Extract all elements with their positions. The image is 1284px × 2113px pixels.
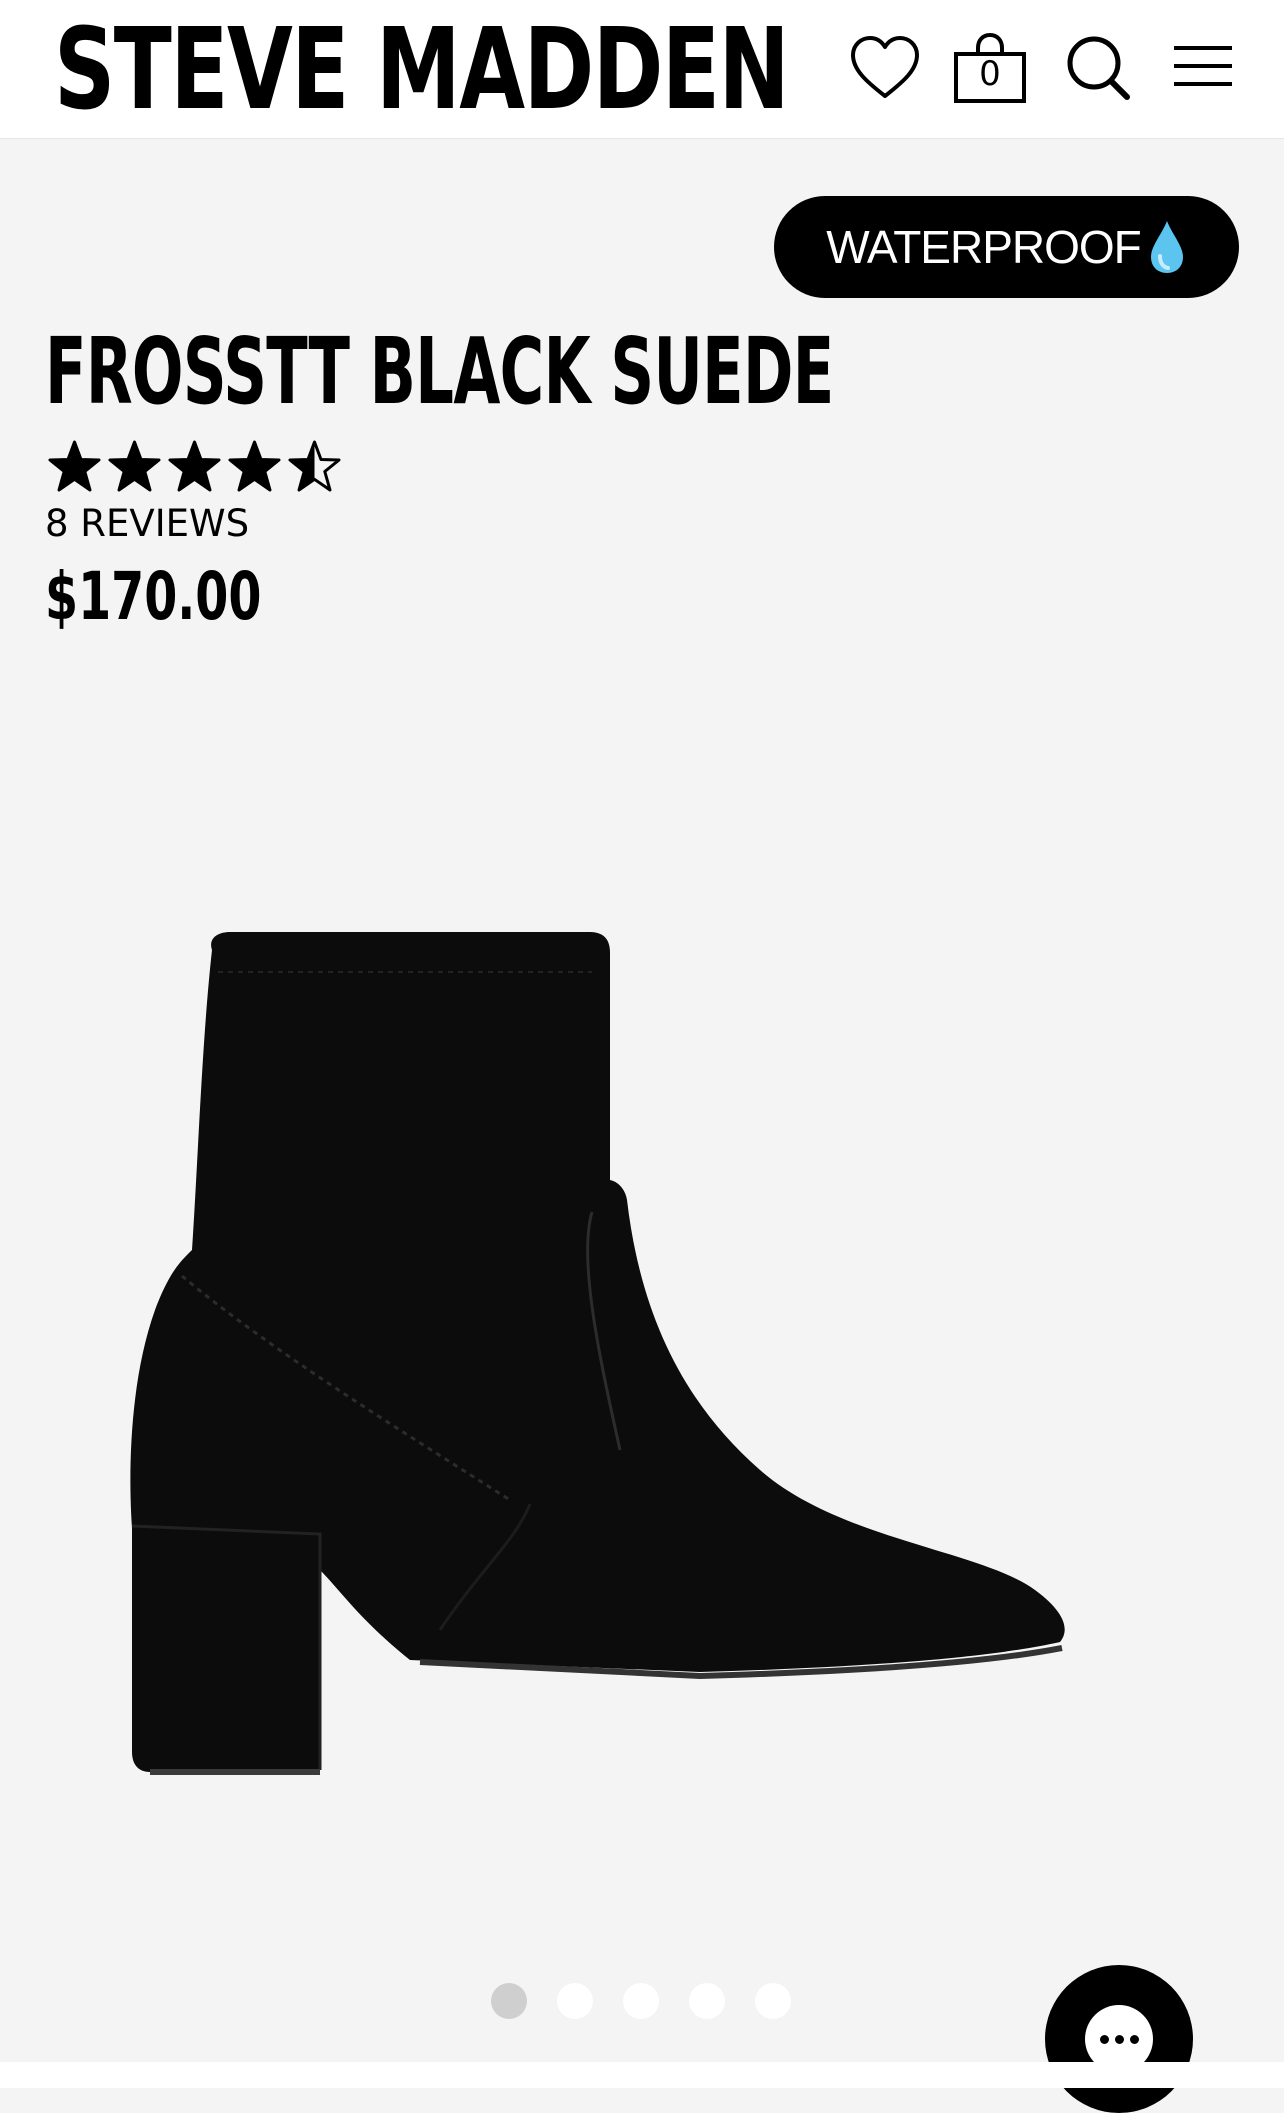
site-header: STEVE MADDEN 0 bbox=[0, 0, 1284, 139]
star-full-icon bbox=[228, 440, 281, 492]
gallery-dot[interactable] bbox=[491, 1983, 527, 2019]
brand-logo[interactable]: STEVE MADDEN bbox=[54, 8, 790, 133]
star-full-icon bbox=[168, 440, 221, 492]
star-rating[interactable] bbox=[48, 440, 341, 493]
gallery-pagination bbox=[491, 1983, 791, 2019]
gallery-dot[interactable] bbox=[755, 1983, 791, 2019]
menu-button[interactable] bbox=[1164, 30, 1240, 106]
cart-button[interactable]: 0 bbox=[952, 30, 1028, 106]
menu-icon bbox=[1174, 46, 1232, 86]
badge-label: WATERPROOF bbox=[826, 221, 1142, 273]
chat-button[interactable] bbox=[1045, 1965, 1193, 2113]
star-full-icon bbox=[108, 440, 161, 492]
product-image-boot[interactable] bbox=[120, 930, 1160, 1850]
waterproof-badge: WATERPROOF bbox=[774, 196, 1239, 298]
search-button[interactable] bbox=[1060, 30, 1136, 106]
water-drop-icon bbox=[1150, 221, 1183, 273]
bottom-bar bbox=[0, 2062, 1284, 2088]
search-icon bbox=[1067, 36, 1130, 100]
reviews-link[interactable]: 8 REVIEWS bbox=[45, 502, 249, 546]
gallery-dot[interactable] bbox=[557, 1983, 593, 2019]
star-full-icon bbox=[48, 440, 101, 492]
gallery-dot[interactable] bbox=[689, 1983, 725, 2019]
gallery-dot[interactable] bbox=[623, 1983, 659, 2019]
heart-icon bbox=[851, 36, 919, 98]
star-half-icon bbox=[288, 440, 341, 492]
product-name: FROSSTT BLACK SUEDE bbox=[45, 318, 834, 425]
wishlist-button[interactable] bbox=[847, 30, 923, 106]
product-price: $170.00 bbox=[45, 558, 262, 635]
cart-count: 0 bbox=[979, 54, 1001, 94]
